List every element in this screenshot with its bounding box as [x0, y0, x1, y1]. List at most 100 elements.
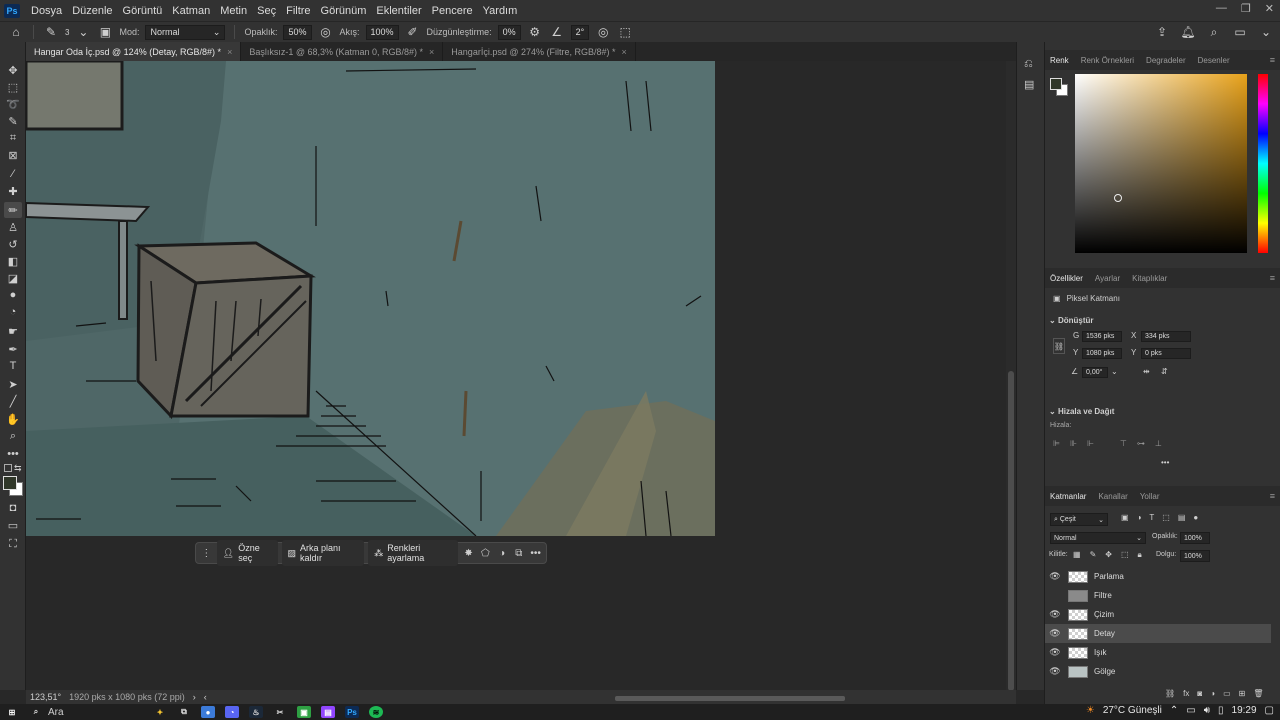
layer-filter-select[interactable]: ⌕ Çeşit ⌄ — [1050, 513, 1108, 526]
airbrush-icon[interactable]: ✐ — [405, 24, 421, 40]
brush-preset-icon[interactable]: ✎ — [43, 24, 59, 40]
quick-select-tool-icon[interactable]: ✎ — [4, 113, 22, 129]
layer-opacity-field[interactable]: 100% — [1180, 532, 1210, 544]
menu-pencere[interactable]: Pencere — [427, 5, 478, 17]
eye-icon[interactable]: 👁︎ — [1045, 666, 1065, 677]
align-right-icon[interactable]: ⊩ — [1087, 439, 1094, 448]
transform-icon[interactable]: ⬠ — [479, 546, 492, 560]
lock-transparency-icon[interactable]: ▦ — [1073, 550, 1081, 560]
filter-type-icon[interactable]: T — [1149, 513, 1154, 522]
flow-field[interactable]: 100% — [365, 24, 399, 40]
adjust-colors-button[interactable]: ⁂ Renkleri ayarlama — [368, 540, 459, 566]
transform-section[interactable]: ⌄ Dönüştür — [1049, 316, 1094, 325]
layer-name[interactable]: Işık — [1094, 648, 1106, 657]
tab-yollar[interactable]: Yollar — [1140, 492, 1160, 501]
color-circle-icon[interactable]: ◑ — [496, 546, 509, 560]
close-icon[interactable]: ✕ — [1265, 2, 1274, 15]
tab-kitapliklar[interactable]: Kitaplıklar — [1132, 274, 1167, 283]
menu-yardim[interactable]: Yardım — [478, 5, 523, 17]
menu-sec[interactable]: Seç — [252, 5, 281, 17]
variants-icon[interactable]: ⧉ — [512, 546, 525, 560]
eyedropper-tool-icon[interactable]: ⁄ — [4, 166, 22, 182]
eye-icon[interactable]: 👁︎ — [1045, 628, 1065, 639]
tab-hangarici[interactable]: Hangarİçi.psd @ 274% (Filtre, RGB/8#) * × — [443, 42, 636, 61]
color-field[interactable] — [1075, 74, 1247, 253]
panel-menu-icon[interactable]: ≡ — [1270, 55, 1275, 65]
more-options-icon[interactable]: ••• — [529, 546, 542, 560]
blend-mode-select[interactable]: Normal ⌄ — [1050, 532, 1146, 544]
line-tool-icon[interactable]: ╱ — [4, 393, 22, 409]
chevron-down-icon[interactable]: ⌄ — [1258, 24, 1274, 40]
menu-dosya[interactable]: Dosya — [26, 5, 67, 17]
tab-renk[interactable]: Renk — [1050, 56, 1069, 65]
paint-bucket-icon[interactable]: ◪ — [4, 270, 22, 286]
marquee-tool-icon[interactable]: ⬚ — [4, 79, 22, 95]
tab-basliksiz[interactable]: Başlıksız-1 @ 68,3% (Katman 0, RGB/8#) *… — [241, 42, 444, 61]
network-icon[interactable]: ▭ — [1186, 705, 1195, 716]
clock[interactable]: 19:29 — [1232, 705, 1257, 716]
menu-filtre[interactable]: Filtre — [281, 5, 315, 17]
pressure-opacity-icon[interactable]: ◎ — [318, 24, 334, 40]
new-layer-icon[interactable]: ⊞ — [1239, 689, 1246, 698]
steam-icon[interactable]: ♨ — [249, 706, 263, 718]
pen-tool-icon[interactable]: ✒ — [4, 341, 22, 357]
dodge-tool-icon[interactable]: ◔ — [4, 304, 22, 320]
opacity-field[interactable]: 50% — [283, 24, 312, 40]
close-icon[interactable]: × — [622, 47, 627, 57]
filter-adjust-icon[interactable]: ◑ — [1137, 513, 1142, 522]
menu-goruntu[interactable]: Görüntü — [118, 5, 168, 17]
more-tools-icon[interactable]: ••• — [4, 446, 22, 462]
angle-field[interactable]: 0,00° — [1082, 367, 1108, 378]
scroll-thumb[interactable] — [1008, 371, 1014, 691]
weather-text[interactable]: 27°C Güneşli — [1103, 705, 1162, 716]
chevron-left-icon[interactable]: ‹ — [204, 692, 207, 702]
width-field[interactable]: 1536 pks — [1082, 331, 1122, 342]
horizontal-scroll-thumb[interactable] — [615, 696, 845, 701]
frame-tool-icon[interactable]: ⊠ — [4, 147, 22, 163]
discord-icon[interactable]: ◔ — [225, 706, 239, 718]
workspace-icon[interactable]: ▭ — [1232, 24, 1248, 40]
battery-icon[interactable]: ▯ — [1218, 705, 1224, 716]
panel-menu-icon[interactable]: ≡ — [1270, 273, 1275, 283]
crop-tool-icon[interactable]: ⌗ — [4, 130, 22, 146]
lock-artboard-icon[interactable]: ⬚ — [1121, 550, 1129, 560]
add-mask-icon[interactable]: ◙ — [1197, 689, 1202, 698]
home-icon[interactable]: ⌂ — [8, 24, 24, 40]
filter-smart-icon[interactable]: ▤ — [1178, 513, 1186, 522]
menu-duzenle[interactable]: Düzenle — [67, 5, 117, 17]
type-tool-icon[interactable]: T — [4, 358, 22, 374]
angle-field[interactable]: 2° — [570, 24, 590, 40]
filter-shape-icon[interactable]: ⬚ — [1162, 513, 1170, 522]
lock-position-icon[interactable]: ✥ — [1105, 550, 1112, 560]
align-hcenter-icon[interactable]: ⊪ — [1070, 439, 1077, 448]
tab-ayarlar[interactable]: Ayarlar — [1095, 274, 1120, 283]
x-field[interactable]: 334 pks — [1141, 331, 1191, 342]
link-icon[interactable]: ⛓ — [1053, 338, 1065, 354]
search-icon[interactable]: ⌕ — [29, 706, 43, 718]
tab-katmanlar[interactable]: Katmanlar — [1050, 492, 1086, 501]
brush-settings-icon[interactable]: ✸ — [462, 546, 475, 560]
layer-row[interactable]: 👁︎ Çizim — [1045, 605, 1271, 624]
pressure-size-icon[interactable]: ◎ — [595, 24, 611, 40]
eye-icon[interactable]: 👁︎ — [1045, 571, 1065, 582]
quick-mask-icon[interactable]: ◘ — [4, 500, 22, 516]
menu-katman[interactable]: Katman — [167, 5, 215, 17]
zoom-tool-icon[interactable]: ⌕ — [4, 428, 22, 444]
menu-gorunum[interactable]: Görünüm — [316, 5, 372, 17]
task-view-icon[interactable]: ⧉ — [177, 706, 191, 718]
flip-vertical-icon[interactable]: ⇵ — [1161, 367, 1168, 376]
layer-row[interactable]: 👁︎ Gölge — [1045, 662, 1271, 681]
brush-size-label[interactable]: 3 — [65, 28, 69, 37]
select-subject-button[interactable]: 👤︎ Özne seç — [216, 540, 278, 566]
document-canvas[interactable] — [24, 59, 715, 537]
layer-name[interactable]: Gölge — [1094, 667, 1115, 676]
screen-mode-icon[interactable]: ▭ — [4, 517, 22, 533]
chevron-right-icon[interactable]: › — [193, 692, 196, 702]
fx-icon[interactable]: fx — [1183, 689, 1189, 698]
eraser-tool-icon[interactable]: ◧ — [4, 253, 22, 269]
tab-degradeler[interactable]: Degradeler — [1146, 56, 1186, 65]
y-field[interactable]: 0 pks — [1141, 348, 1191, 359]
layer-row-selected[interactable]: 👁︎ Detay — [1045, 624, 1271, 643]
eye-icon[interactable]: 👁︎ — [1045, 647, 1065, 658]
chevron-down-icon[interactable]: ⌄ — [75, 24, 91, 40]
